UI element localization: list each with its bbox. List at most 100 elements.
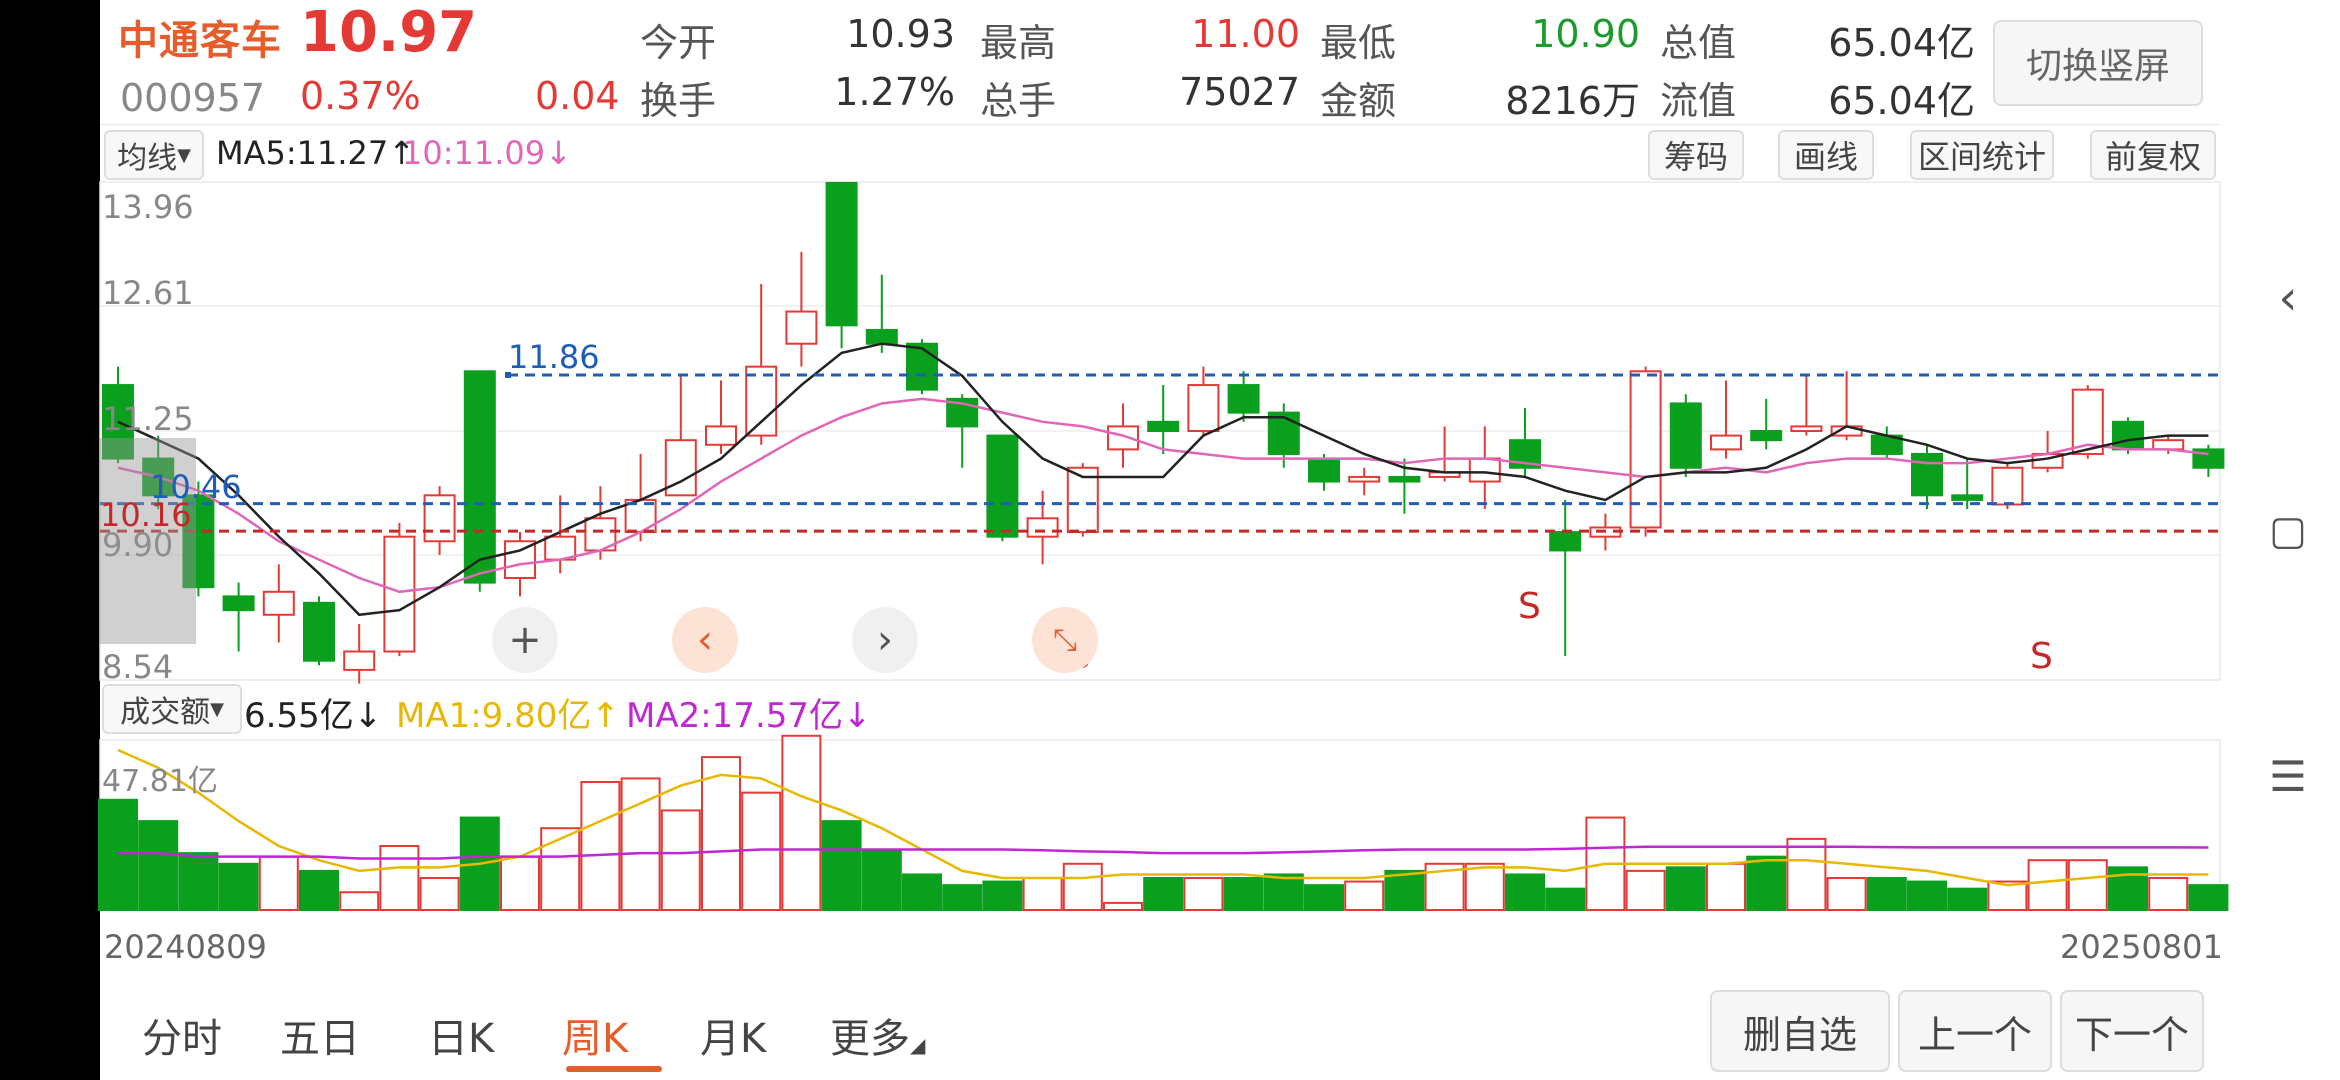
tab-more[interactable]: 更多◢	[830, 1006, 925, 1064]
corner-triangle-icon: ◢	[910, 1033, 926, 1057]
chart-grid	[99, 181, 2221, 911]
volume-bar	[1223, 876, 1264, 912]
candle-body	[785, 310, 818, 345]
volume-bar	[1947, 887, 1988, 911]
candle-body	[383, 535, 416, 653]
candle-body	[906, 342, 938, 391]
volume-bar	[138, 820, 179, 911]
chevron-left-icon: ‹	[697, 617, 713, 663]
volume-ma1: MA1:9.80亿↑	[396, 688, 620, 737]
volume-bar	[942, 884, 983, 911]
fullscreen-exit-button[interactable]: ⤡	[1032, 607, 1098, 673]
upper-line-label: 11.86	[508, 338, 600, 376]
volume-bar	[1665, 866, 1706, 912]
price-tick-2: 12.61	[102, 274, 194, 312]
candle-body	[1911, 452, 1943, 497]
candle-body	[865, 328, 898, 345]
start-date: 20240809	[104, 928, 267, 966]
volume-ma1-line	[117, 748, 2209, 887]
candle-body	[1549, 531, 1582, 552]
volume-bar	[540, 827, 581, 912]
candle-body	[262, 590, 295, 616]
volume-bar	[1344, 880, 1385, 912]
volume-selector[interactable]: 成交额 ▼	[102, 684, 242, 734]
price-tick-1: 13.96	[102, 188, 194, 226]
volume-bar	[258, 855, 299, 911]
candle-body	[745, 365, 778, 437]
volume-bar	[299, 869, 339, 911]
volume-selector-label: 成交额	[120, 695, 211, 730]
volume-bar	[1625, 869, 1666, 911]
candle-body	[986, 434, 1019, 538]
price-tick-3: 11.25	[102, 400, 194, 438]
next-button[interactable]: 下一个	[2060, 990, 2204, 1072]
price-tick-5: 8.54	[102, 648, 174, 686]
volume-bar	[1505, 873, 1545, 911]
volume-bars	[98, 734, 2229, 912]
candle-body	[1187, 384, 1220, 433]
volume-bar	[701, 756, 741, 911]
volume-bar	[580, 780, 621, 911]
volume-ma2-text: MA2:17.57亿	[626, 696, 844, 736]
previous-button[interactable]: 上一个	[1898, 990, 2052, 1072]
candle-body	[1750, 430, 1783, 442]
tab-monthly-k[interactable]: 月K	[700, 1006, 766, 1064]
tab-more-label: 更多	[830, 1016, 910, 1062]
volume-max-label: 47.81亿	[102, 764, 218, 799]
dropdown-icon: ▼	[210, 698, 224, 720]
volume-bar	[1143, 876, 1184, 912]
tab-daily-k[interactable]: 日K	[428, 1006, 494, 1064]
scroll-left-button[interactable]: ‹	[672, 607, 738, 673]
volume-ma1-direction: ↑	[591, 696, 620, 736]
tab-intraday[interactable]: 分时	[142, 1006, 222, 1064]
candle-body	[705, 425, 737, 446]
remove-watchlist-button[interactable]: 删自选	[1710, 990, 1890, 1072]
end-date: 20250801	[2060, 928, 2223, 966]
candle-body	[222, 595, 255, 612]
volume-bar	[821, 820, 862, 911]
active-tab-indicator	[566, 1066, 662, 1072]
volume-bar	[1103, 901, 1143, 911]
volume-ma2-direction: ↓	[843, 696, 872, 736]
volume-bar	[660, 809, 701, 911]
volume-bar	[1062, 862, 1103, 912]
candle-body	[2112, 420, 2144, 451]
volume-bar	[2067, 859, 2108, 911]
tab-five-day[interactable]: 五日	[280, 1006, 360, 1064]
candle-body	[1669, 402, 1702, 469]
candle-body	[1710, 434, 1742, 451]
ma5-line	[117, 342, 2209, 617]
candles	[102, 181, 2225, 684]
volume-bar	[1304, 884, 1344, 911]
zoom-in-button[interactable]: +	[492, 607, 558, 673]
sell-signal: S	[2030, 636, 2053, 677]
volume-bar	[1022, 876, 1063, 912]
candle-body	[825, 181, 858, 327]
support-line-label: 10.16	[100, 496, 192, 534]
volume-ma2-line	[118, 845, 2209, 860]
tab-weekly-k[interactable]: 周K	[562, 1006, 628, 1064]
candle-body	[1951, 494, 1984, 501]
volume-bar	[1706, 862, 1746, 912]
volume-bar	[500, 855, 540, 911]
volume-bar	[2148, 876, 2189, 912]
candle-body	[1026, 517, 1059, 538]
candle-body	[1267, 411, 1300, 455]
volume-bar	[1746, 855, 1787, 911]
volume-bar	[1183, 876, 1224, 912]
candle-body	[1388, 475, 1421, 483]
volume-bar	[1826, 876, 1867, 912]
candle-body	[463, 370, 496, 584]
volume-bar	[1263, 873, 1304, 911]
volume-bar	[98, 798, 138, 912]
volume-bar	[1866, 876, 1907, 912]
kline-chart[interactable]	[0, 0, 2340, 1080]
volume-current: 6.55亿↓	[244, 688, 382, 737]
volume-bar	[1545, 887, 1586, 911]
scroll-right-button[interactable]: ›	[852, 607, 918, 673]
chevron-right-icon: ›	[877, 617, 893, 663]
plus-icon: +	[508, 617, 542, 663]
volume-bar	[982, 880, 1023, 912]
volume-bar	[379, 844, 420, 911]
candle-body	[303, 601, 335, 662]
